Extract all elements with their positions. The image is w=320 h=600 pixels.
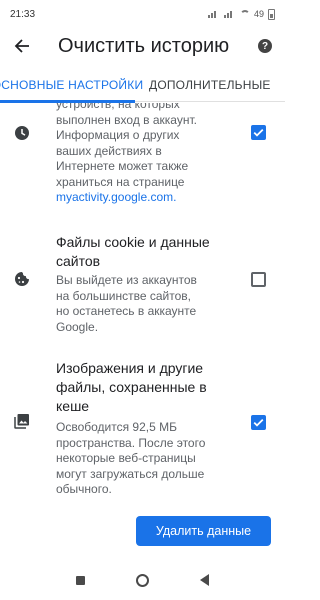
- item-title-line: Изображения и другие: [56, 360, 204, 376]
- wifi-icon: [239, 10, 250, 18]
- tab-advanced-settings[interactable]: ДОПОЛНИТЕЛЬНЫЕ: [135, 68, 271, 102]
- item-description-line: но останетесь в аккаунте: [56, 304, 197, 318]
- history-checkbox[interactable]: [251, 125, 266, 140]
- item-text: устройств, на которых выполнен вход в ак…: [56, 103, 224, 206]
- page-title: Очистить историю: [58, 34, 230, 57]
- nav-back-icon[interactable]: [200, 574, 210, 586]
- app-bar: Очистить историю ?: [0, 28, 285, 64]
- item-description-line: Интернете может также: [56, 159, 189, 173]
- cookies-checkbox[interactable]: [251, 272, 266, 287]
- item-text: Файлы cookie и данные сайтов Вы выйдете …: [56, 233, 224, 335]
- item-description-line: Вы выйдете из аккаунтов: [56, 273, 197, 287]
- home-icon[interactable]: [135, 573, 149, 587]
- myactivity-link[interactable]: myactivity.google.com.: [56, 190, 224, 206]
- system-nav-bar: [0, 560, 285, 600]
- cookie-icon: [15, 272, 29, 286]
- item-description-line: храниться на странице: [56, 174, 185, 189]
- image-icon: [14, 414, 29, 429]
- item-description-line: могут загружаться дольше: [56, 466, 205, 481]
- help-button[interactable]: ?: [245, 28, 285, 64]
- arrow-left-icon: [14, 39, 29, 53]
- item-description-line: Информация о других: [56, 128, 180, 142]
- battery-percent: 49: [253, 9, 264, 19]
- recent-apps-icon[interactable]: [75, 575, 85, 585]
- status-bar: 21:33 49: [0, 0, 285, 28]
- tab-basic-settings[interactable]: ОСНОВНЫЕ НАСТРОЙКИ: [0, 68, 143, 103]
- item-description-line: Google.: [56, 319, 99, 334]
- item-text: Изображения и другие файлы, сохраненные …: [56, 359, 224, 498]
- list-item-history: устройств, на которых выполнен вход в ак…: [0, 103, 285, 207]
- list-item-cookies: Файлы cookie и данные сайтов Вы выйдете …: [0, 233, 285, 335]
- delete-data-button[interactable]: Удалить данные: [136, 516, 271, 546]
- item-description-line: пространства. После этого: [56, 435, 206, 450]
- status-icons: 49: [207, 8, 275, 20]
- signal-icon: [207, 10, 220, 18]
- item-title-line: кеше: [56, 398, 90, 414]
- status-time: 21:33: [10, 8, 36, 20]
- item-description-line: устройств, на которых: [56, 103, 180, 111]
- checkmark-icon: [253, 128, 264, 137]
- signal-icon-2: [223, 10, 236, 18]
- item-title-line: файлы, сохраненные в: [56, 379, 207, 395]
- help-icon: ?: [258, 39, 272, 53]
- list-item-cache: Изображения и другие файлы, сохраненные …: [0, 359, 285, 496]
- settings-list: устройств, на которых выполнен вход в ак…: [0, 103, 285, 553]
- history-clock-icon: [15, 126, 29, 140]
- checkmark-icon: [253, 418, 264, 427]
- item-description-line: некоторые веб-страницы: [56, 451, 196, 465]
- back-button[interactable]: [0, 28, 44, 64]
- item-description-line: обычного.: [56, 482, 112, 496]
- item-title-line: Файлы cookie и данные: [56, 234, 210, 250]
- item-description-line: ваших действиях в: [56, 143, 162, 158]
- item-description-line: на большинстве сайтов,: [56, 288, 191, 303]
- tab-bar: ОСНОВНЫЕ НАСТРОЙКИ ДОПОЛНИТЕЛЬНЫЕ: [0, 68, 285, 103]
- battery-icon: [268, 8, 275, 20]
- item-description-line: Освободится 92,5 МБ: [56, 420, 177, 434]
- item-title-line: сайтов: [56, 253, 101, 269]
- item-description-line: выполнен вход в аккаунт.: [56, 112, 197, 127]
- cache-checkbox[interactable]: [251, 415, 266, 430]
